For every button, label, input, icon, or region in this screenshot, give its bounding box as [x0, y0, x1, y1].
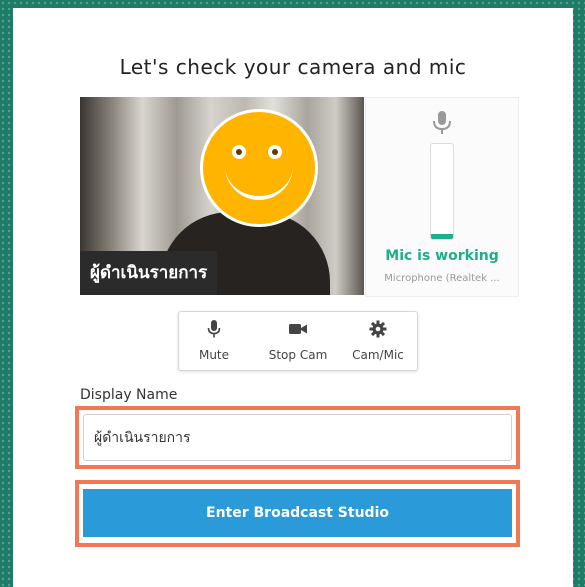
modal-title: Let's check your camera and mic: [119, 55, 467, 79]
video-name-tag: ผู้ดำเนินรายการ: [80, 251, 218, 295]
mic-icon: [189, 320, 239, 338]
display-name-input[interactable]: [83, 414, 512, 461]
smiley-mouth: [225, 158, 293, 200]
mic-level-fill: [431, 234, 453, 239]
display-name-label: Display Name: [80, 387, 178, 403]
smiley-face-icon: [200, 109, 318, 227]
media-controls: Mute Stop Cam Cam/Mic: [178, 311, 418, 371]
camera-preview: ผู้ดำเนินรายการ: [80, 97, 364, 295]
camera-check-modal: Let's check your camera and mic ผู้ดำเนิ…: [13, 8, 573, 587]
microphone-icon: [431, 110, 453, 140]
mic-status-text: Mic is working: [385, 248, 499, 264]
mute-button[interactable]: Mute: [189, 312, 239, 370]
smiley-right-eye: [268, 145, 282, 159]
cam-mic-label: Cam/Mic: [352, 348, 404, 362]
smiley-left-eye: [232, 145, 246, 159]
mic-device-name: Microphone (Realtek ...: [384, 273, 500, 284]
display-name-highlight: [75, 406, 520, 469]
video-camera-icon: [259, 320, 337, 338]
enter-broadcast-studio-button[interactable]: Enter Broadcast Studio: [83, 489, 512, 537]
enter-button-highlight: Enter Broadcast Studio: [75, 480, 520, 547]
cam-mic-settings-button[interactable]: Cam/Mic: [343, 312, 413, 370]
mic-level-meter: [430, 143, 454, 240]
gear-icon: [343, 320, 413, 338]
stop-cam-label: Stop Cam: [268, 348, 328, 362]
mic-check-panel: Mic is working Microphone (Realtek ...: [365, 97, 519, 297]
mute-label: Mute: [198, 348, 230, 362]
stop-cam-button[interactable]: Stop Cam: [259, 312, 337, 370]
